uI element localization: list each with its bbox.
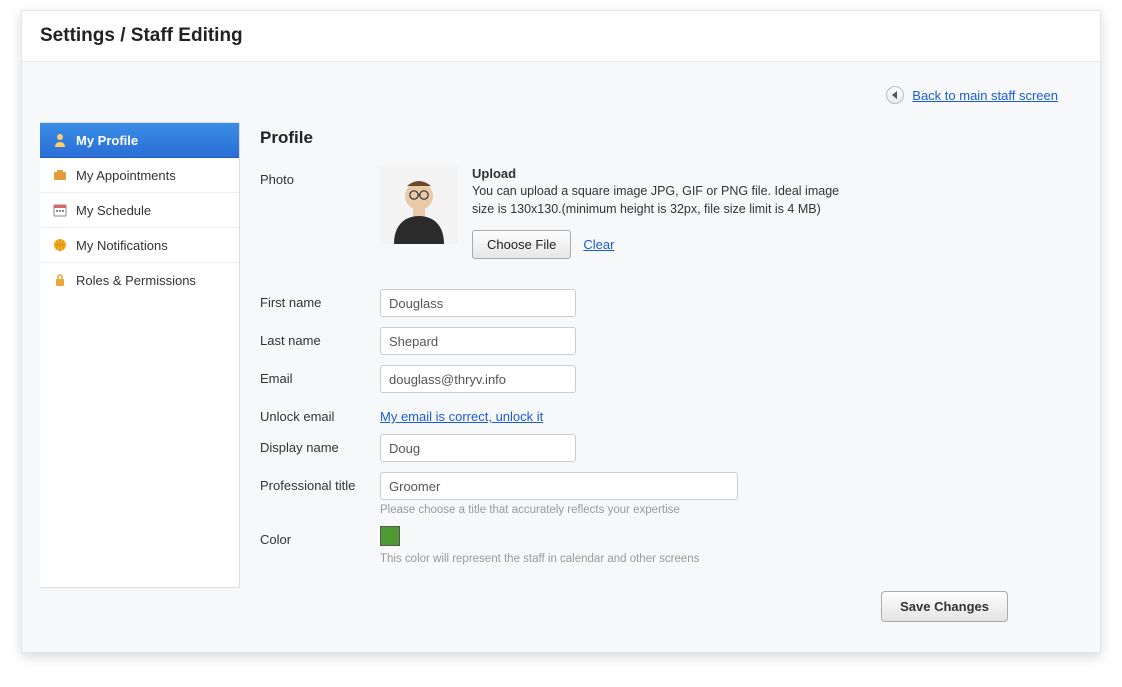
sidebar-item-my-schedule[interactable]: My Schedule bbox=[40, 193, 239, 228]
back-arrow-icon bbox=[886, 86, 904, 104]
briefcase-icon bbox=[52, 167, 68, 183]
main: My Profile My Appointments My Schedule bbox=[40, 122, 1082, 622]
row-color: Color This color will represent the staf… bbox=[260, 526, 1062, 565]
first-name-input[interactable] bbox=[380, 289, 576, 317]
page-header: Settings / Staff Editing bbox=[22, 11, 1100, 62]
label-first-name: First name bbox=[260, 289, 380, 310]
form-area: Profile Photo bbox=[260, 122, 1082, 622]
back-link-label: Back to main staff screen bbox=[912, 88, 1058, 103]
label-last-name: Last name bbox=[260, 327, 380, 348]
row-unlock-email: Unlock email My email is correct, unlock… bbox=[260, 403, 1062, 424]
globe-icon bbox=[52, 237, 68, 253]
professional-title-input[interactable] bbox=[380, 472, 738, 500]
back-button[interactable]: Back to main staff screen bbox=[886, 86, 1058, 104]
sidebar-item-label: My Schedule bbox=[76, 203, 151, 218]
upload-title: Upload bbox=[472, 166, 852, 181]
sidebar-item-my-profile[interactable]: My Profile bbox=[40, 123, 239, 158]
section-title: Profile bbox=[260, 128, 1062, 148]
sidebar: My Profile My Appointments My Schedule bbox=[40, 122, 240, 588]
photo-thumbnail bbox=[380, 166, 458, 244]
row-first-name: First name bbox=[260, 289, 1062, 317]
unlock-email-link[interactable]: My email is correct, unlock it bbox=[380, 409, 543, 424]
row-photo: Photo bbox=[260, 166, 1062, 259]
calendar-icon bbox=[52, 202, 68, 218]
lock-icon bbox=[52, 272, 68, 288]
sidebar-item-label: My Profile bbox=[76, 133, 138, 148]
save-row: Save Changes bbox=[260, 591, 1062, 622]
color-swatch[interactable] bbox=[380, 526, 400, 546]
label-email: Email bbox=[260, 365, 380, 386]
sidebar-item-label: Roles & Permissions bbox=[76, 273, 196, 288]
label-color: Color bbox=[260, 526, 380, 547]
email-input[interactable] bbox=[380, 365, 576, 393]
clear-link[interactable]: Clear bbox=[583, 237, 614, 252]
display-name-input[interactable] bbox=[380, 434, 576, 462]
label-professional-title: Professional title bbox=[260, 472, 380, 493]
color-hint: This color will represent the staff in c… bbox=[380, 553, 1062, 565]
sidebar-item-label: My Appointments bbox=[76, 168, 176, 183]
save-changes-button[interactable]: Save Changes bbox=[881, 591, 1008, 622]
last-name-input[interactable] bbox=[380, 327, 576, 355]
sidebar-item-my-appointments[interactable]: My Appointments bbox=[40, 158, 239, 193]
page-title: Settings / Staff Editing bbox=[40, 25, 1082, 47]
row-professional-title: Professional title Please choose a title… bbox=[260, 472, 1062, 516]
sidebar-item-label: My Notifications bbox=[76, 238, 168, 253]
row-display-name: Display name bbox=[260, 434, 1062, 462]
row-email: Email bbox=[260, 365, 1062, 393]
page: Settings / Staff Editing Back to main st… bbox=[21, 10, 1101, 653]
choose-file-button[interactable]: Choose File bbox=[472, 230, 571, 259]
sidebar-item-my-notifications[interactable]: My Notifications bbox=[40, 228, 239, 263]
photo-text: Upload You can upload a square image JPG… bbox=[472, 166, 852, 259]
user-icon bbox=[52, 132, 68, 148]
sidebar-item-roles-permissions[interactable]: Roles & Permissions bbox=[40, 263, 239, 297]
label-unlock-email: Unlock email bbox=[260, 403, 380, 424]
back-row: Back to main staff screen bbox=[40, 78, 1082, 122]
professional-title-hint: Please choose a title that accurately re… bbox=[380, 504, 1062, 516]
content-wrap: Back to main staff screen My Profile My … bbox=[22, 62, 1100, 652]
upload-description: You can upload a square image JPG, GIF o… bbox=[472, 183, 852, 218]
row-last-name: Last name bbox=[260, 327, 1062, 355]
label-display-name: Display name bbox=[260, 434, 380, 455]
label-photo: Photo bbox=[260, 166, 380, 187]
